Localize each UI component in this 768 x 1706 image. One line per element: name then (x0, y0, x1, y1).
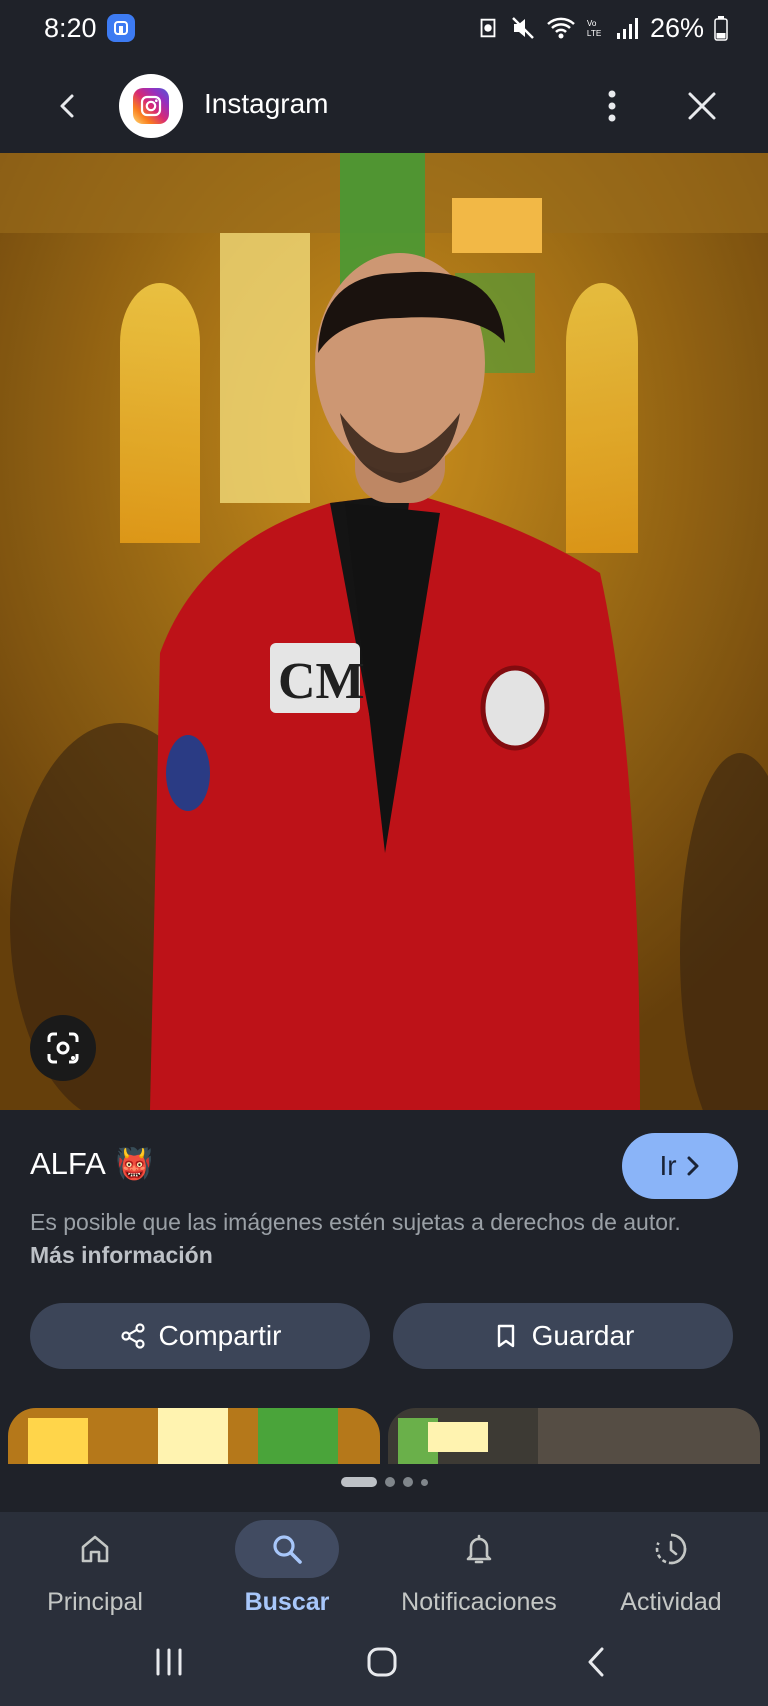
top-app-bar: Instagram (0, 64, 768, 148)
result-image[interactable]: CM (0, 153, 768, 1110)
save-label: Guardar (531, 1320, 635, 1351)
result-title: ALFA 👹 (30, 1146, 153, 1182)
system-navigation-bar (0, 1632, 768, 1692)
chevron-right-icon (687, 1156, 699, 1176)
app-badge-icon (106, 14, 135, 42)
related-image-thumbnail[interactable] (388, 1408, 760, 1464)
instagram-logo (119, 74, 183, 138)
bell-icon (466, 1534, 492, 1564)
activity-icon (655, 1533, 687, 1565)
close-icon[interactable] (680, 84, 724, 128)
status-bar: 8:20 Vo LTE 26% (0, 0, 768, 56)
google-lens-icon (47, 1032, 79, 1064)
nav-item-buscar[interactable]: Buscar (192, 1520, 382, 1617)
nav-label: Principal (47, 1588, 143, 1616)
back-arrow-icon[interactable] (48, 86, 88, 126)
status-time: 8:20 (44, 12, 97, 43)
signal-icon (616, 18, 638, 39)
result-title-text: ALFA (30, 1146, 106, 1181)
google-lens-button[interactable] (30, 1015, 96, 1081)
copyright-text: Es posible que las imágenes estén sujeta… (30, 1209, 681, 1235)
pagination-dot-active (340, 1477, 377, 1487)
nav-item-principal[interactable]: Principal (0, 1520, 190, 1617)
mute-icon (512, 17, 534, 39)
back-button-icon[interactable] (582, 1644, 612, 1680)
go-button[interactable]: Ir (622, 1133, 738, 1199)
wifi-icon (547, 17, 575, 39)
related-image-thumbnail[interactable] (8, 1408, 380, 1464)
bookmark-icon (497, 1324, 514, 1348)
pagination-dot (384, 1477, 395, 1487)
ogre-emoji: 👹 (115, 1147, 154, 1181)
search-icon (273, 1535, 302, 1564)
more-info-link[interactable]: Más información (30, 1242, 213, 1268)
battery-icon (714, 16, 728, 41)
home-icon (81, 1535, 109, 1563)
copyright-notice: Es posible que las imágenes estén sujeta… (30, 1206, 690, 1272)
pagination-dot (420, 1478, 428, 1486)
svg-text:LTE: LTE (587, 29, 602, 38)
recent-apps-icon[interactable] (152, 1644, 186, 1680)
share-label: Compartir (158, 1320, 282, 1351)
share-button[interactable]: Compartir (30, 1303, 370, 1369)
battery-percent: 26% (649, 12, 704, 43)
data-saver-icon (480, 18, 496, 38)
more-vert-icon[interactable] (592, 84, 632, 128)
nav-item-actividad[interactable]: Actividad (576, 1520, 766, 1617)
nav-item-notificaciones[interactable]: Notificaciones (384, 1520, 574, 1617)
nav-label: Buscar (244, 1588, 330, 1616)
volte-icon: VoLTE (587, 19, 602, 38)
go-button-label: Ir (659, 1150, 677, 1181)
home-button-icon[interactable] (364, 1644, 400, 1680)
nav-label: Notificaciones (401, 1588, 557, 1616)
source-title: Instagram (204, 88, 329, 119)
pagination-dots (0, 1477, 768, 1487)
instagram-logo-icon (133, 88, 169, 124)
save-button[interactable]: Guardar (393, 1303, 733, 1369)
svg-text:Vo: Vo (587, 19, 597, 28)
pagination-dot (402, 1477, 413, 1487)
share-icon (120, 1323, 145, 1349)
nav-label: Actividad (620, 1588, 722, 1616)
photo-illustration: CM (0, 153, 768, 1110)
